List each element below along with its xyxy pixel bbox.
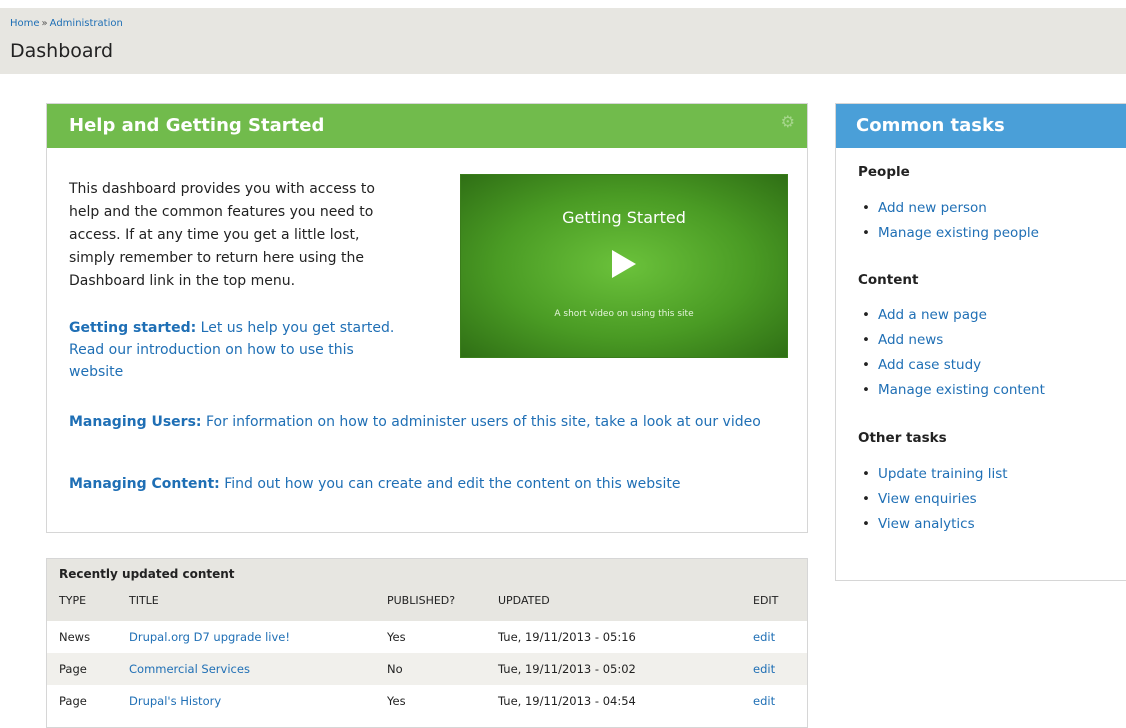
table-row: Page Commercial Services No Tue, 19/11/2… (47, 653, 807, 685)
managing-content-link[interactable]: Managing Content: Find out how you can c… (69, 473, 779, 495)
task-add-new-person[interactable]: Add new person (862, 200, 987, 216)
breadcrumb-separator: » (41, 18, 48, 29)
task-group-content-title: Content (858, 272, 919, 288)
gear-icon[interactable]: ⚙ (781, 112, 795, 131)
video-caption: A short video on using this site (554, 309, 694, 319)
column-header-type: TYPE (59, 594, 87, 607)
row-edit-link[interactable]: edit (753, 694, 775, 708)
help-panel: Help and Getting Started ⚙ This dashboar… (46, 103, 808, 533)
row-edit-link[interactable]: edit (753, 630, 775, 644)
task-add-news[interactable]: Add news (862, 332, 943, 348)
row-type: Page (59, 694, 87, 708)
row-type: Page (59, 662, 87, 676)
task-manage-existing-content[interactable]: Manage existing content (862, 382, 1045, 398)
task-view-enquiries[interactable]: View enquiries (862, 491, 977, 507)
common-tasks-panel: Common tasks People Add new person Manag… (835, 103, 1126, 581)
column-header-published: PUBLISHED? (387, 594, 456, 607)
row-published: Yes (387, 630, 406, 644)
row-type: News (59, 630, 91, 644)
column-header-title: TITLE (129, 594, 159, 607)
help-panel-header: Help and Getting Started ⚙ (47, 104, 807, 148)
recent-content-table: Recently updated content TYPE TITLE PUBL… (46, 558, 808, 728)
row-published: Yes (387, 694, 406, 708)
help-intro-text: This dashboard provides you with access … (69, 181, 375, 289)
row-updated: Tue, 19/11/2013 - 05:16 (498, 630, 636, 644)
managing-content-label: Managing Content: (69, 476, 220, 492)
page-header: Home» Administration Dashboard (0, 8, 1126, 74)
breadcrumb-home-link[interactable]: Home (10, 18, 40, 29)
task-group-people-title: People (858, 164, 910, 180)
breadcrumb-administration-link[interactable]: Administration (50, 18, 123, 29)
task-add-case-study[interactable]: Add case study (862, 357, 981, 373)
help-panel-title: Help and Getting Started (69, 115, 325, 136)
row-title-link[interactable]: Drupal's History (129, 694, 221, 708)
video-title: Getting Started (562, 208, 686, 227)
managing-users-text: For information on how to administer use… (205, 414, 761, 430)
task-add-new-page[interactable]: Add a new page (862, 307, 987, 323)
row-title-link[interactable]: Commercial Services (129, 662, 250, 676)
column-header-updated: UPDATED (498, 594, 550, 607)
managing-content-text: Find out how you can create and edit the… (224, 476, 681, 492)
managing-users-label: Managing Users: (69, 414, 202, 430)
row-updated: Tue, 19/11/2013 - 04:54 (498, 694, 636, 708)
row-updated: Tue, 19/11/2013 - 05:02 (498, 662, 636, 676)
common-tasks-title: Common tasks (856, 115, 1005, 136)
getting-started-link[interactable]: Getting started: Let us help you get sta… (69, 317, 399, 383)
task-update-training-list[interactable]: Update training list (862, 466, 1008, 482)
column-header-edit: EDIT (753, 594, 779, 607)
recent-content-header: Recently updated content TYPE TITLE PUBL… (47, 559, 807, 621)
task-manage-existing-people[interactable]: Manage existing people (862, 225, 1039, 241)
task-view-analytics[interactable]: View analytics (862, 516, 975, 532)
common-tasks-header: Common tasks (836, 104, 1126, 148)
table-row: News Drupal.org D7 upgrade live! Yes Tue… (47, 621, 807, 653)
row-title-link[interactable]: Drupal.org D7 upgrade live! (129, 630, 290, 644)
breadcrumb: Home» Administration (10, 18, 123, 29)
managing-users-link[interactable]: Managing Users: For information on how t… (69, 411, 779, 433)
task-group-other-title: Other tasks (858, 430, 947, 446)
getting-started-video[interactable]: Getting Started A short video on using t… (460, 174, 788, 358)
row-published: No (387, 662, 403, 676)
recent-content-title: Recently updated content (59, 567, 235, 581)
getting-started-label: Getting started: (69, 320, 197, 336)
page-title: Dashboard (10, 40, 114, 62)
play-icon[interactable] (612, 250, 636, 278)
row-edit-link[interactable]: edit (753, 662, 775, 676)
table-row: Page Drupal's History Yes Tue, 19/11/201… (47, 685, 807, 717)
